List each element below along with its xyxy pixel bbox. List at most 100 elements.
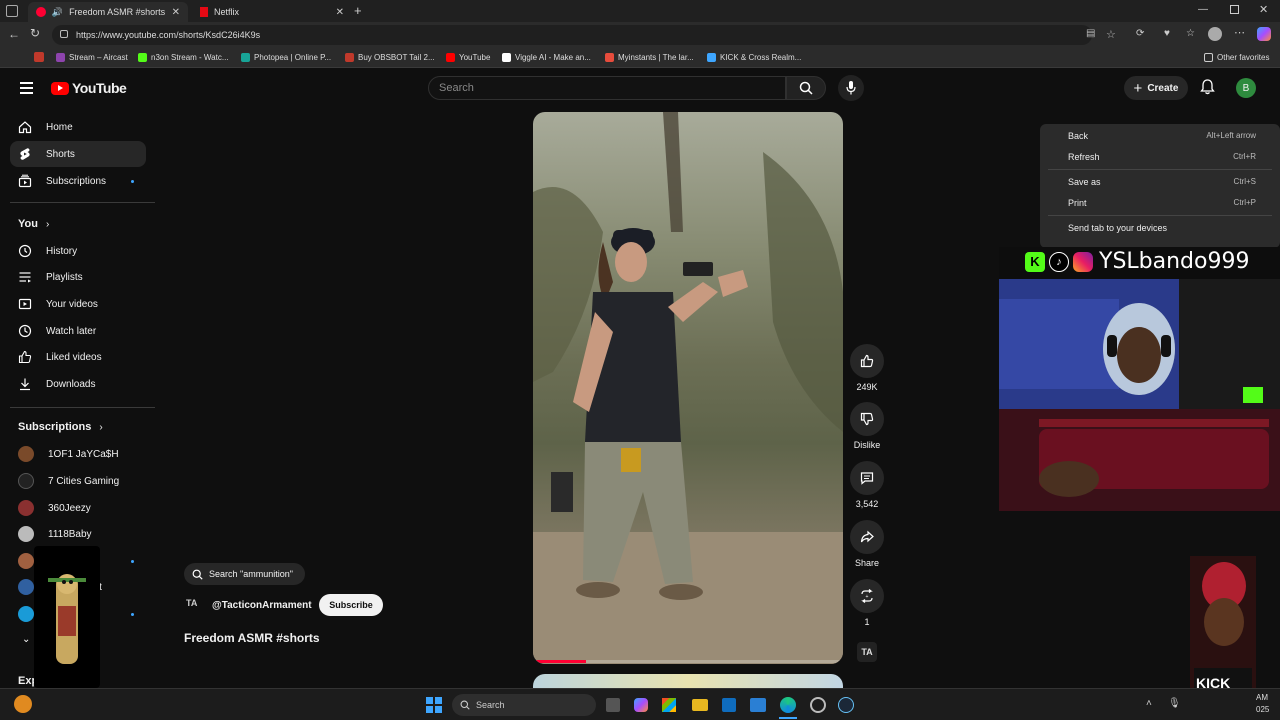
tab-netflix[interactable]: Netflix ✕ xyxy=(192,2,352,22)
edge-browser-icon[interactable] xyxy=(780,697,796,713)
copilot-taskbar-icon[interactable] xyxy=(634,698,648,712)
new-tab-icon[interactable]: + xyxy=(354,3,362,18)
back-arrow-icon[interactable]: ← xyxy=(8,27,20,41)
context-menu-item-save-as[interactable]: Save as Ctrl+S xyxy=(1068,177,1256,187)
minimize-icon[interactable]: — xyxy=(1198,4,1208,15)
tab-actions-icon[interactable] xyxy=(6,5,18,17)
create-label: Create xyxy=(1147,82,1179,94)
remix-button[interactable]: + 1 xyxy=(848,579,886,627)
show-more-chevron-down-icon[interactable]: ⌄ xyxy=(22,634,30,645)
bookmark-item[interactable]: Stream – Aircast xyxy=(56,53,128,62)
subscription-item[interactable]: 1118Baby xyxy=(10,521,146,547)
copilot-icon[interactable] xyxy=(1257,27,1271,41)
menu-item-label: Back xyxy=(1068,131,1089,141)
subscribe-button[interactable]: Subscribe xyxy=(319,594,383,616)
bookmark-item[interactable]: Photopea | Online P... xyxy=(241,53,331,62)
maximize-icon[interactable] xyxy=(1230,5,1239,14)
menu-item-shortcut: Ctrl+S xyxy=(1233,177,1256,186)
clock-date[interactable]: 025 xyxy=(1256,705,1269,714)
hamburger-menu-icon[interactable] xyxy=(20,82,33,94)
profile-avatar-icon[interactable] xyxy=(1208,27,1222,41)
browser-essentials-icon[interactable]: ♥ xyxy=(1164,28,1170,39)
subscription-label: 1OF1 JaYCa$H xyxy=(48,448,119,460)
voice-search-button[interactable] xyxy=(838,75,864,101)
you-section-heading[interactable]: You › xyxy=(18,218,49,230)
bookmark-item[interactable]: YouTube xyxy=(446,53,490,62)
reading-view-icon[interactable]: ▤ xyxy=(1086,28,1095,39)
refresh-icon[interactable]: ↻ xyxy=(30,26,40,40)
obs-studio-icon[interactable] xyxy=(810,697,826,713)
steam-icon[interactable] xyxy=(838,697,854,713)
microsoft-store-icon[interactable] xyxy=(662,698,676,712)
subscription-item[interactable]: 360Jeezy xyxy=(10,495,146,521)
channel-thumbnail-icon[interactable]: TA xyxy=(857,642,877,662)
search-suggestion-chip[interactable]: Search "ammunition" xyxy=(184,563,305,585)
extensions-icon[interactable]: ⟳ xyxy=(1136,28,1144,39)
bookmark-item[interactable]: n3on Stream - Watc... xyxy=(138,53,229,62)
notifications-bell-icon[interactable] xyxy=(1200,79,1215,95)
like-button[interactable]: 249K xyxy=(848,344,886,392)
youtube-logo[interactable]: YouTube xyxy=(51,80,127,96)
bookmark-item[interactable]: Buy OBSBOT Tail 2... xyxy=(345,53,435,62)
next-short-preview[interactable] xyxy=(533,674,843,688)
show-hidden-icons-chevron-icon[interactable]: ˄ xyxy=(1146,698,1152,709)
short-video-player[interactable] xyxy=(533,112,843,664)
weather-widget-icon[interactable] xyxy=(14,695,32,713)
close-icon[interactable]: ✕ xyxy=(172,7,180,18)
photos-icon[interactable] xyxy=(750,698,766,712)
sidebar-item-your-videos[interactable]: Your videos xyxy=(10,291,146,317)
close-window-icon[interactable]: ✕ xyxy=(1259,3,1268,16)
avatar[interactable]: B xyxy=(1236,78,1256,98)
more-options-icon[interactable]: ⋯ xyxy=(1234,26,1245,39)
channel-name[interactable]: @TacticonArmament xyxy=(212,600,312,611)
outlook-icon[interactable] xyxy=(722,698,736,712)
speaker-icon[interactable]: 🔊 xyxy=(52,7,63,18)
share-button[interactable]: Share xyxy=(848,520,886,568)
file-explorer-icon[interactable] xyxy=(692,699,708,711)
microphone-tray-icon[interactable]: 🎙 xyxy=(1168,698,1181,709)
close-icon[interactable]: ✕ xyxy=(336,7,344,18)
bookmark-folder-icon[interactable] xyxy=(34,52,44,62)
context-menu-item-send-tab[interactable]: Send tab to your devices xyxy=(1068,223,1256,233)
context-menu-item-print[interactable]: Print Ctrl+P xyxy=(1068,198,1256,208)
microphone-icon xyxy=(846,81,856,95)
webcam-feed-image xyxy=(999,279,1280,511)
taskbar-search-box[interactable]: Search xyxy=(452,694,596,716)
svg-text:+: + xyxy=(866,594,869,600)
favorites-icon[interactable]: ☆ xyxy=(1186,28,1195,39)
bookmark-item[interactable]: KICK & Cross Realm... xyxy=(707,53,801,62)
menu-item-label: Save as xyxy=(1068,177,1101,187)
video-progress-track[interactable] xyxy=(533,660,843,663)
sidebar-item-history[interactable]: History xyxy=(10,238,146,264)
bookmark-item[interactable]: Myinstants | The lar... xyxy=(605,53,694,62)
sidebar-item-downloads[interactable]: Downloads xyxy=(10,371,146,397)
sidebar-item-shorts[interactable]: Shorts xyxy=(10,141,146,167)
sidebar-item-watch-later[interactable]: Watch later xyxy=(10,318,146,344)
sidebar-item-subscriptions[interactable]: Subscriptions xyxy=(10,168,146,194)
clock-time[interactable]: AM xyxy=(1256,693,1268,702)
bookmark-item[interactable]: Viggle AI - Make an... xyxy=(502,53,591,62)
context-menu-item-back[interactable]: Back Alt+Left arrow xyxy=(1068,131,1256,141)
windows-start-icon[interactable] xyxy=(426,697,442,713)
subscriptions-section-heading[interactable]: Subscriptions › xyxy=(18,421,103,433)
search-button[interactable] xyxy=(786,76,826,100)
url-field[interactable]: https://www.youtube.com/shorts/KsdC26i4K… xyxy=(52,25,1116,45)
sidebar-item-playlists[interactable]: Playlists xyxy=(10,264,146,290)
site-info-icon[interactable] xyxy=(60,30,68,38)
task-view-icon[interactable] xyxy=(606,698,620,712)
new-content-dot xyxy=(131,613,134,616)
comments-button[interactable]: 3,542 xyxy=(848,461,886,509)
create-button[interactable]: + Create xyxy=(1124,76,1188,100)
sidebar-item-liked-videos[interactable]: Liked videos xyxy=(10,344,146,370)
tab-youtube[interactable]: 🔊 Freedom ASMR #shorts - Yo ✕ xyxy=(28,2,188,22)
favorite-star-icon[interactable]: ☆ xyxy=(1106,28,1116,41)
search-input[interactable]: Search xyxy=(428,76,786,100)
subscription-item[interactable]: 1OF1 JaYCa$H xyxy=(10,441,146,467)
subscription-item[interactable]: 7 Cities Gaming xyxy=(10,468,146,494)
context-menu-item-refresh[interactable]: Refresh Ctrl+R xyxy=(1068,152,1256,162)
other-favorites[interactable]: Other favorites xyxy=(1204,53,1269,62)
dislike-button[interactable]: Dislike xyxy=(848,402,886,450)
channel-avatar[interactable]: TA xyxy=(186,598,206,614)
meme-sticker-overlay: KICK xyxy=(1190,556,1256,700)
sidebar-item-home[interactable]: Home xyxy=(10,114,146,140)
